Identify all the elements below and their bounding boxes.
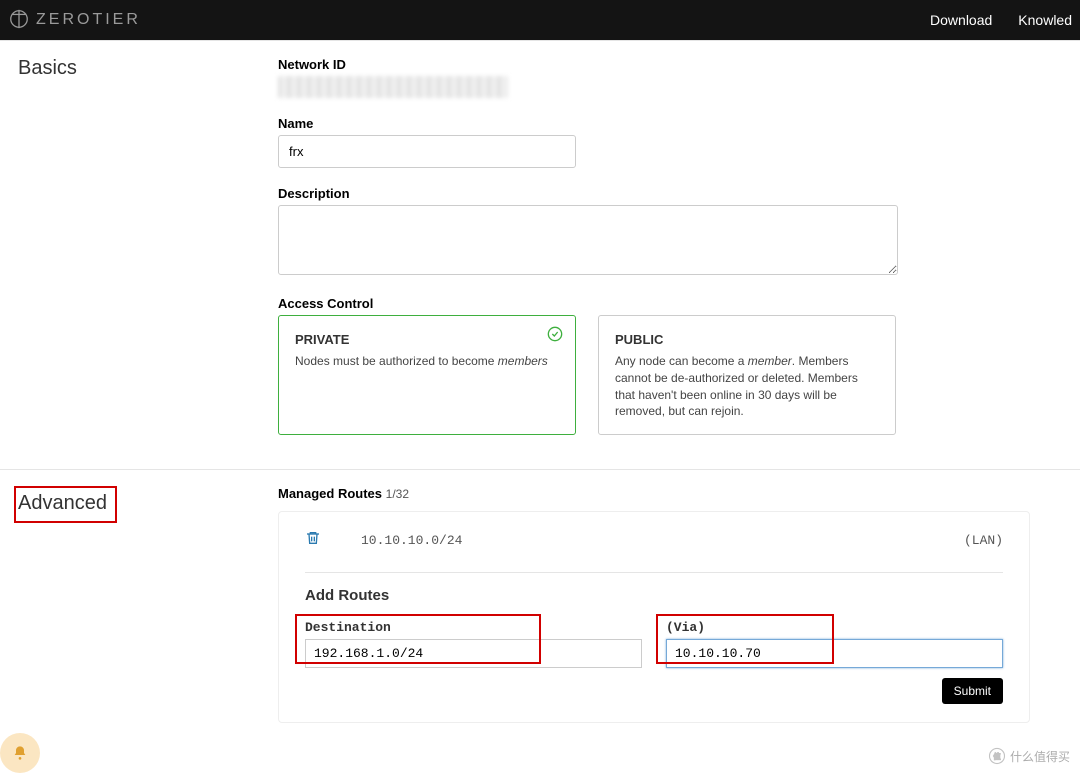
divider (305, 572, 1003, 573)
zerotier-logo-icon (8, 8, 30, 33)
access-control-label: Access Control (278, 296, 1030, 311)
submit-button[interactable]: Submit (942, 678, 1003, 704)
via-input[interactable] (666, 639, 1003, 668)
nav-knowledge[interactable]: Knowled (1018, 12, 1072, 28)
route-lan-tag: (LAN) (964, 533, 1003, 548)
bell-icon[interactable] (0, 733, 40, 773)
private-desc: Nodes must be authorized to become membe… (295, 353, 559, 370)
routes-card: 10.10.10.0/24 (LAN) Add Routes Destinati… (278, 511, 1030, 723)
access-private-card[interactable]: PRIVATE Nodes must be authorized to beco… (278, 315, 576, 435)
destination-label: Destination (305, 620, 642, 635)
advanced-section: Advanced Managed Routes 1/32 10.10.10.0/… (0, 469, 1080, 739)
name-input[interactable] (278, 135, 576, 168)
check-circle-icon (547, 326, 563, 345)
trash-icon[interactable] (305, 530, 321, 550)
basics-title: Basics (0, 57, 278, 453)
description-label: Description (278, 186, 1030, 201)
advanced-title: Advanced (14, 486, 117, 523)
basics-section: Basics Network ID Name Description Acces… (0, 40, 1080, 469)
brand-text: ZEROTIER (36, 11, 141, 29)
svg-text:值: 值 (993, 751, 1001, 761)
network-id-label: Network ID (278, 57, 1030, 72)
name-label: Name (278, 116, 1030, 131)
app-header: ZEROTIER Download Knowled (0, 0, 1080, 40)
public-title: PUBLIC (615, 332, 879, 347)
public-desc: Any node can become a member. Members ca… (615, 353, 879, 420)
description-input[interactable] (278, 205, 898, 275)
nav-download[interactable]: Download (930, 12, 992, 28)
brand-logo[interactable]: ZEROTIER (8, 8, 141, 33)
via-label: (Via) (666, 620, 1003, 635)
route-row: 10.10.10.0/24 (LAN) (305, 530, 1003, 550)
managed-routes-label: Managed Routes 1/32 (278, 486, 1030, 501)
watermark: 值 什么值得买 (988, 747, 1070, 765)
private-title: PRIVATE (295, 332, 559, 347)
route-destination: 10.10.10.0/24 (361, 533, 964, 548)
destination-input[interactable] (305, 639, 642, 668)
add-routes-title: Add Routes (305, 587, 1003, 604)
network-id-value-redacted (278, 76, 508, 98)
access-public-card[interactable]: PUBLIC Any node can become a member. Mem… (598, 315, 896, 435)
